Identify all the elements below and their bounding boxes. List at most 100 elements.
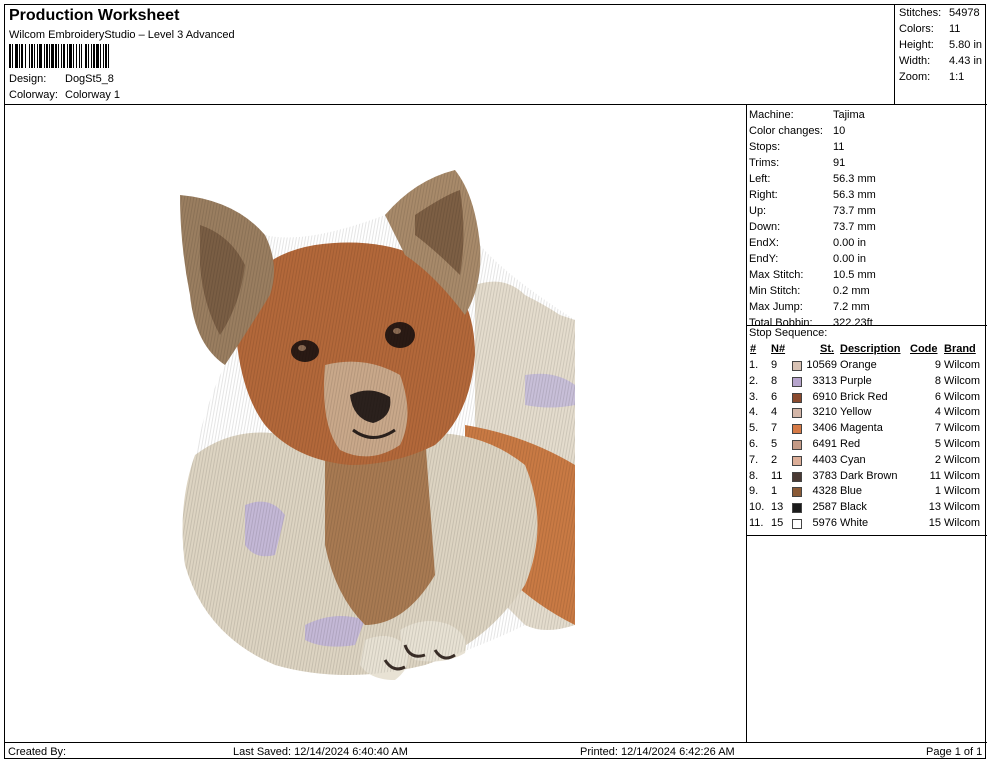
row-description: Dark Brown [840, 469, 898, 482]
row-brand: Wilcom [944, 469, 981, 482]
spec-label: Max Jump: [749, 301, 803, 313]
col-header-st: St. [820, 343, 835, 355]
barcode-bar [12, 44, 13, 68]
row-needle: 6 [771, 390, 778, 403]
table-row: 10. 13 2587 Black 13 Wilcom [747, 501, 987, 516]
color-swatch [792, 424, 802, 435]
col-header-desc: Description [840, 343, 901, 355]
color-swatch [792, 471, 802, 482]
col-header-brand: Brand [944, 343, 976, 355]
divider [747, 535, 987, 536]
spec-label: Down: [749, 221, 781, 233]
page-number: Page 1 of 1 [926, 746, 983, 758]
barcode-bar [21, 44, 23, 68]
barcode-bar [31, 44, 33, 68]
color-swatch [792, 440, 802, 450]
col-header-num: # [750, 343, 757, 355]
table-row: 7. 2 4403 Cyan 2 Wilcom [747, 454, 987, 469]
design-row: Design: DogSt5_8 [9, 73, 114, 85]
last-saved: Last Saved: 12/14/2024 6:40:40 AM [233, 746, 408, 758]
spec-value: 73.7 mm [833, 205, 876, 217]
row-code: 4 [934, 406, 941, 419]
spec-value: 10 [833, 125, 846, 137]
row-description: Red [840, 438, 861, 450]
row-brand: Wilcom [944, 453, 981, 466]
stat-label: Stitches: [899, 7, 942, 19]
row-num: 6. [749, 438, 759, 450]
barcode-image [9, 44, 109, 68]
spec-label: Max Stitch: [749, 269, 804, 281]
barcode-bar [81, 44, 82, 68]
row-code: 5 [934, 438, 941, 450]
barcode-bar [76, 44, 77, 68]
table-row: 8. 11 3783 Dark Brown 11 Wilcom [747, 470, 987, 485]
row-num: 3. [749, 390, 759, 403]
row-needle: 9 [771, 359, 778, 371]
colorway-value: Colorway 1 [65, 89, 121, 101]
color-swatch [792, 519, 802, 529]
color-swatch [792, 361, 802, 371]
table-row: 6. 5 6491 Red 5 Wilcom [747, 438, 987, 453]
page-title: Production Worksheet [9, 7, 180, 24]
spec-row: Up: 73.7 mm [749, 205, 876, 217]
row-num: 4. [749, 406, 759, 419]
row-brand: Wilcom [944, 501, 981, 514]
color-swatch [792, 376, 802, 387]
row-description: Orange [840, 359, 877, 371]
barcode-bar [63, 44, 65, 68]
design-label: Design: [9, 73, 47, 85]
row-code: 7 [934, 422, 941, 435]
table-row: 3. 6 6910 Brick Red 6 Wilcom [747, 391, 987, 406]
color-swatch [792, 487, 802, 498]
table-row: 1. 9 10569 Orange 9 Wilcom [747, 359, 987, 374]
barcode-bar [46, 44, 48, 68]
design-preview [5, 105, 747, 742]
row-needle: 13 [771, 501, 784, 514]
row-needle: 7 [771, 422, 778, 435]
spec-label: Trims: [749, 157, 780, 169]
row-description: Magenta [840, 422, 883, 435]
barcode-bar [93, 44, 95, 68]
row-code: 2 [934, 453, 941, 466]
stat-height: Height: 5.80 in [899, 39, 982, 51]
stat-colors: Colors: 11 [899, 23, 960, 35]
barcode-bar [88, 44, 89, 68]
row-brand: Wilcom [944, 422, 981, 435]
stat-value: 54978 [949, 7, 980, 19]
barcode-bar [9, 44, 11, 68]
row-description: Yellow [840, 406, 872, 419]
stat-label: Colors: [899, 23, 934, 35]
barcode-bar [85, 44, 87, 68]
spec-value: 56.3 mm [833, 173, 876, 185]
barcode-bar [15, 44, 18, 68]
row-code: 9 [934, 359, 941, 371]
barcode-bar [105, 44, 107, 68]
barcode-bar [108, 44, 109, 68]
table-row: 2. 8 3313 Purple 8 Wilcom [747, 375, 987, 390]
barcode-bar [34, 44, 35, 68]
stat-width: Width: 4.43 in [899, 55, 982, 67]
spec-label: Left: [749, 173, 771, 185]
worksheet-frame: Production Worksheet Wilcom EmbroiderySt… [4, 4, 987, 759]
spec-value: 91 [833, 157, 846, 169]
spec-row: Machine: Tajima [749, 109, 865, 121]
row-needle: 4 [771, 406, 778, 419]
row-num: 11. [749, 517, 764, 529]
barcode-bar [44, 44, 45, 68]
barcode-bar [67, 44, 68, 68]
row-num: 1. [749, 359, 759, 371]
row-brand: Wilcom [944, 517, 981, 529]
row-code: 6 [934, 390, 941, 403]
barcode-bar [61, 44, 62, 68]
row-description: White [840, 517, 869, 529]
spec-row: EndX: 0.00 in [749, 237, 866, 249]
spec-row: EndY: 0.00 in [749, 253, 866, 265]
row-description: Brick Red [840, 390, 888, 403]
spec-value: 0.2 mm [833, 285, 870, 297]
barcode-bar [69, 44, 72, 68]
spec-row: Right: 56.3 mm [749, 189, 876, 201]
spec-value: 7.2 mm [833, 301, 870, 313]
stat-label: Width: [899, 55, 931, 67]
spec-label: Color changes: [749, 125, 823, 137]
row-num: 8. [749, 469, 759, 482]
